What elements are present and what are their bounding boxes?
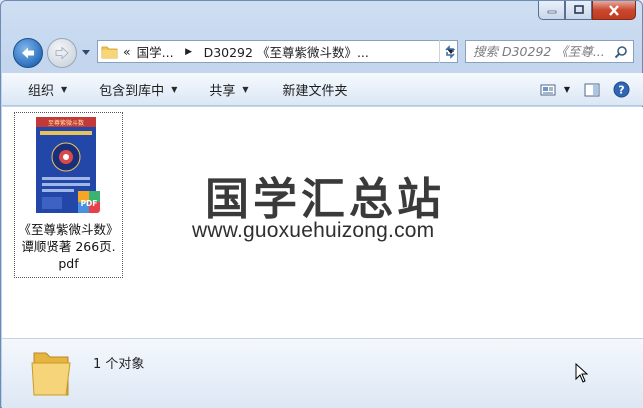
file-name-line-1: 《至尊紫微斗数》 [18,222,119,237]
chevron-down-icon: ▼ [171,85,178,94]
help-button[interactable]: ? [609,74,633,105]
watermark-url: www.guoxuehuizong.com [192,219,435,242]
breadcrumb-item-guoxue[interactable]: 国学... [137,41,174,62]
view-icon [540,84,556,95]
share-menu[interactable]: 共享 ▼ [189,74,260,105]
file-name[interactable]: 《至尊紫微斗数》 谭顺贤著 266页. pdf [15,221,122,272]
chevron-down-icon: ▼ [242,85,249,94]
minimize-icon [547,10,556,14]
folder-icon [31,352,71,396]
new-folder-label: 新建文件夹 [282,84,348,99]
breadcrumb-item-current[interactable]: D30292 《至尊紫微斗数》... [204,41,369,62]
breadcrumb-separator-icon[interactable]: ▶ [182,47,196,57]
preview-pane-icon [584,83,600,96]
breadcrumb-overflow[interactable]: « [123,41,131,62]
maximize-button[interactable] [565,1,592,20]
explorer-window: « 国学... ▶ D30292 《至尊紫微斗数》... 组织 ▼ 包含到库中 … [0,0,643,408]
forward-button[interactable] [47,38,77,68]
organize-label: 组织 [28,84,55,99]
file-name-line-3: pdf [58,256,79,271]
preview-pane-button[interactable] [575,74,609,105]
search-input[interactable] [473,44,613,59]
help-icon: ? [613,81,629,98]
item-count: 1 个对象 [93,357,145,372]
file-name-line-2: 谭顺贤著 266页. [21,239,116,254]
change-view-button[interactable] [537,74,559,105]
chevron-down-icon: ▼ [61,85,68,94]
refresh-icon [444,44,455,59]
back-arrow-icon [22,47,34,59]
watermark-title: 国学汇总站 [205,174,445,225]
minimize-button[interactable] [538,1,565,20]
chevron-down-icon: ▼ [563,85,571,94]
mouse-cursor-icon [575,363,589,383]
forward-arrow-icon [55,46,69,60]
back-button[interactable] [13,38,43,68]
caption-buttons [538,1,636,20]
pdf-thumbnail: 至尊紫微斗数 PDF [36,117,100,213]
view-controls: ▼ ? [537,74,633,105]
address-bar[interactable]: « 国学... ▶ D30292 《至尊紫微斗数》... [97,40,458,63]
share-label: 共享 [209,84,236,99]
command-bar: 组织 ▼ 包含到库中 ▼ 共享 ▼ 新建文件夹 ▼ ? [2,73,643,106]
close-icon [609,4,619,16]
refresh-button[interactable] [439,40,459,63]
organize-menu[interactable]: 组织 ▼ [2,74,79,105]
include-in-library-menu[interactable]: 包含到库中 ▼ [79,74,189,105]
cover-title: 至尊紫微斗数 [48,119,84,127]
search-icon[interactable] [614,45,628,59]
recent-pages-dropdown[interactable] [81,47,91,57]
include-in-library-label: 包含到库中 [99,84,165,99]
svg-text:?: ? [618,84,624,97]
search-box[interactable] [465,40,634,63]
new-folder-button[interactable]: 新建文件夹 [261,74,360,105]
details-pane: 1 个对象 [2,338,643,408]
file-item-pdf[interactable]: 至尊紫微斗数 PDF 《至尊紫微斗数》 谭顺贤著 266页. pdf [14,112,123,278]
folder-icon [101,46,118,58]
maximize-icon [573,5,584,14]
pdf-icon: PDF [81,199,98,208]
view-options-dropdown[interactable]: ▼ [559,74,575,105]
file-list-pane[interactable]: 至尊紫微斗数 PDF 《至尊紫微斗数》 谭顺贤著 266页. pdf 国学汇总站… [2,107,643,338]
close-button[interactable] [592,1,636,20]
